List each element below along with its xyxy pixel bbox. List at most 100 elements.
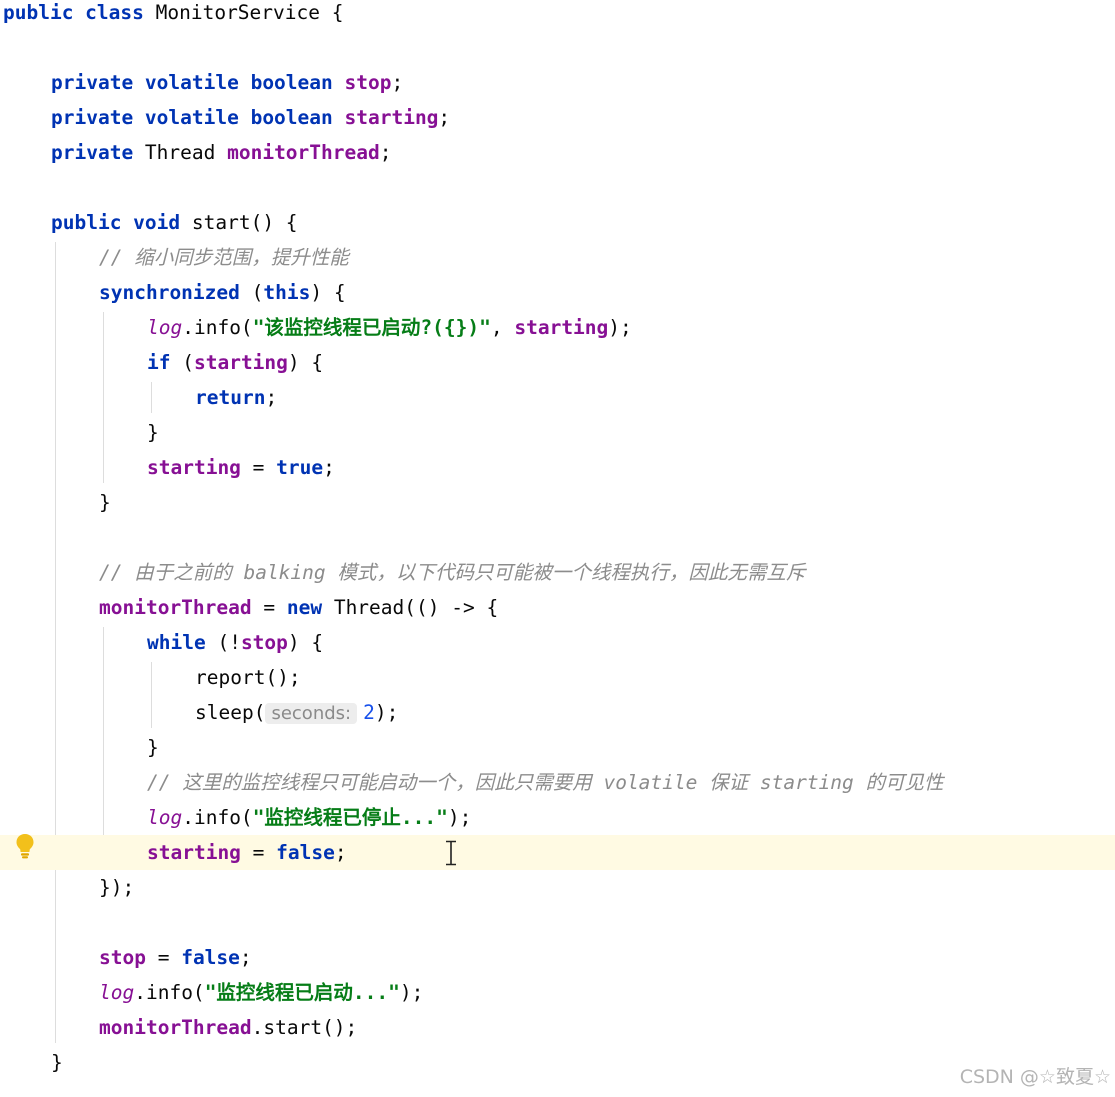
code-token: =	[240, 841, 277, 864]
code-token: stop	[240, 631, 288, 654]
code-line-5[interactable]: private Thread monitorThread;	[0, 135, 1115, 170]
code-token: false	[276, 841, 335, 864]
code-token: stop	[344, 71, 392, 94]
code-token: });	[99, 876, 135, 899]
code-token: ) {	[287, 631, 324, 654]
code-line-19[interactable]: while (!stop) {	[0, 625, 1115, 660]
code-line-22[interactable]: }	[0, 730, 1115, 765]
code-token: this	[263, 281, 311, 304]
code-line-15[interactable]: }	[0, 485, 1115, 520]
code-token: =	[240, 456, 277, 479]
code-token: );	[608, 316, 632, 339]
code-token: ;	[379, 141, 392, 164]
code-token: // 缩小同步范围，提升性能	[99, 246, 349, 269]
code-token: .info(	[182, 316, 253, 339]
code-token: ,	[490, 316, 515, 339]
code-line-10[interactable]: log.info("该监控线程已启动?({})", starting);	[0, 310, 1115, 345]
code-line-26[interactable]: });	[0, 870, 1115, 905]
code-token: public void	[51, 211, 192, 234]
code-line-6[interactable]	[0, 170, 1115, 205]
code-line-31[interactable]: }	[0, 1045, 1115, 1080]
intention-bulb-icon[interactable]	[15, 833, 35, 859]
code-token: monitorThread	[227, 141, 380, 164]
code-line-12[interactable]: return;	[0, 380, 1115, 415]
code-token: ;	[239, 946, 252, 969]
code-line-9[interactable]: synchronized (this) {	[0, 275, 1115, 310]
code-line-25[interactable]: starting = false;	[0, 835, 1115, 870]
code-token: (!	[217, 631, 241, 654]
code-line-8[interactable]: // 缩小同步范围，提升性能	[0, 240, 1115, 275]
code-token: "该监控线程已启动?({})"	[252, 316, 491, 339]
code-token: private volatile boolean	[51, 71, 345, 94]
code-token: =	[145, 946, 182, 969]
code-token: .info(	[182, 806, 253, 829]
code-token: 2	[363, 701, 375, 724]
code-line-7[interactable]: public void start() {	[0, 205, 1115, 240]
code-token: new	[286, 596, 334, 619]
code-line-27[interactable]	[0, 905, 1115, 940]
code-token: ;	[323, 456, 335, 479]
code-token: .info(	[134, 981, 205, 1004]
code-token: MonitorService {	[155, 1, 344, 24]
text-cursor-icon	[446, 840, 456, 866]
code-token: );	[374, 701, 399, 724]
code-token: ) {	[310, 281, 346, 304]
code-token: starting	[514, 316, 609, 339]
code-token: .start();	[251, 1016, 358, 1039]
code-line-29[interactable]: log.info("监控线程已启动...");	[0, 975, 1115, 1010]
code-token: ;	[265, 386, 278, 409]
code-token: monitorThread	[99, 1016, 252, 1039]
code-token: // 由于之前的 balking 模式，以下代码只可能被一个线程执行，因此无需互…	[99, 561, 806, 584]
code-token: );	[399, 981, 424, 1004]
code-token: ) {	[287, 351, 324, 374]
code-token: sleep(	[195, 701, 266, 724]
code-token: log	[147, 316, 183, 339]
code-line-1[interactable]: public class MonitorService {	[0, 0, 1115, 30]
code-line-11[interactable]: if (starting) {	[0, 345, 1115, 380]
code-token: }	[51, 1051, 63, 1074]
code-line-4[interactable]: private volatile boolean starting;	[0, 100, 1115, 135]
code-line-14[interactable]: starting = true;	[0, 450, 1115, 485]
code-line-3[interactable]: private volatile boolean stop;	[0, 65, 1115, 100]
code-token: );	[447, 806, 472, 829]
code-line-18[interactable]: monitorThread = new Thread(() -> {	[0, 590, 1115, 625]
code-line-2[interactable]	[0, 30, 1115, 65]
parameter-hint: seconds:	[265, 703, 358, 724]
code-token: while	[147, 631, 218, 654]
code-token: =	[251, 596, 287, 619]
code-editor[interactable]: public class MonitorService { private vol…	[0, 0, 1115, 1097]
code-line-13[interactable]: }	[0, 415, 1115, 450]
code-token: report();	[195, 666, 301, 689]
code-token: ;	[334, 841, 347, 864]
code-token: "监控线程已启动..."	[204, 981, 400, 1004]
code-token: }	[99, 491, 111, 514]
code-token: Thread	[144, 141, 228, 164]
code-line-16[interactable]	[0, 520, 1115, 555]
code-token: (	[251, 281, 264, 304]
code-line-24[interactable]: log.info("监控线程已停止...");	[0, 800, 1115, 835]
code-token: private	[51, 141, 145, 164]
code-line-21[interactable]: sleep(seconds: 2);	[0, 695, 1115, 730]
code-token: // 这里的监控线程只可能启动一个，因此只需要用 volatile 保证 sta…	[147, 771, 944, 794]
code-token: (	[182, 351, 194, 374]
code-token: ;	[391, 71, 404, 94]
code-token: return	[195, 386, 266, 409]
code-token: ;	[438, 106, 451, 129]
code-line-17[interactable]: // 由于之前的 balking 模式，以下代码只可能被一个线程执行，因此无需互…	[0, 555, 1115, 590]
code-token: log	[99, 981, 135, 1004]
code-token: starting	[147, 841, 241, 864]
code-line-30[interactable]: monitorThread.start();	[0, 1010, 1115, 1045]
code-token: start() {	[191, 211, 298, 234]
code-token: starting	[344, 106, 439, 129]
code-token: log	[147, 806, 183, 829]
code-token: private volatile boolean	[51, 106, 345, 129]
code-token: "监控线程已停止..."	[252, 806, 448, 829]
code-token: stop	[99, 946, 146, 969]
code-line-20[interactable]: report();	[0, 660, 1115, 695]
code-token: synchronized	[99, 281, 252, 304]
code-token: }	[147, 736, 159, 759]
code-token: true	[276, 456, 324, 479]
code-token: public class	[3, 1, 156, 24]
code-line-28[interactable]: stop = false;	[0, 940, 1115, 975]
code-line-23[interactable]: // 这里的监控线程只可能启动一个，因此只需要用 volatile 保证 sta…	[0, 765, 1115, 800]
